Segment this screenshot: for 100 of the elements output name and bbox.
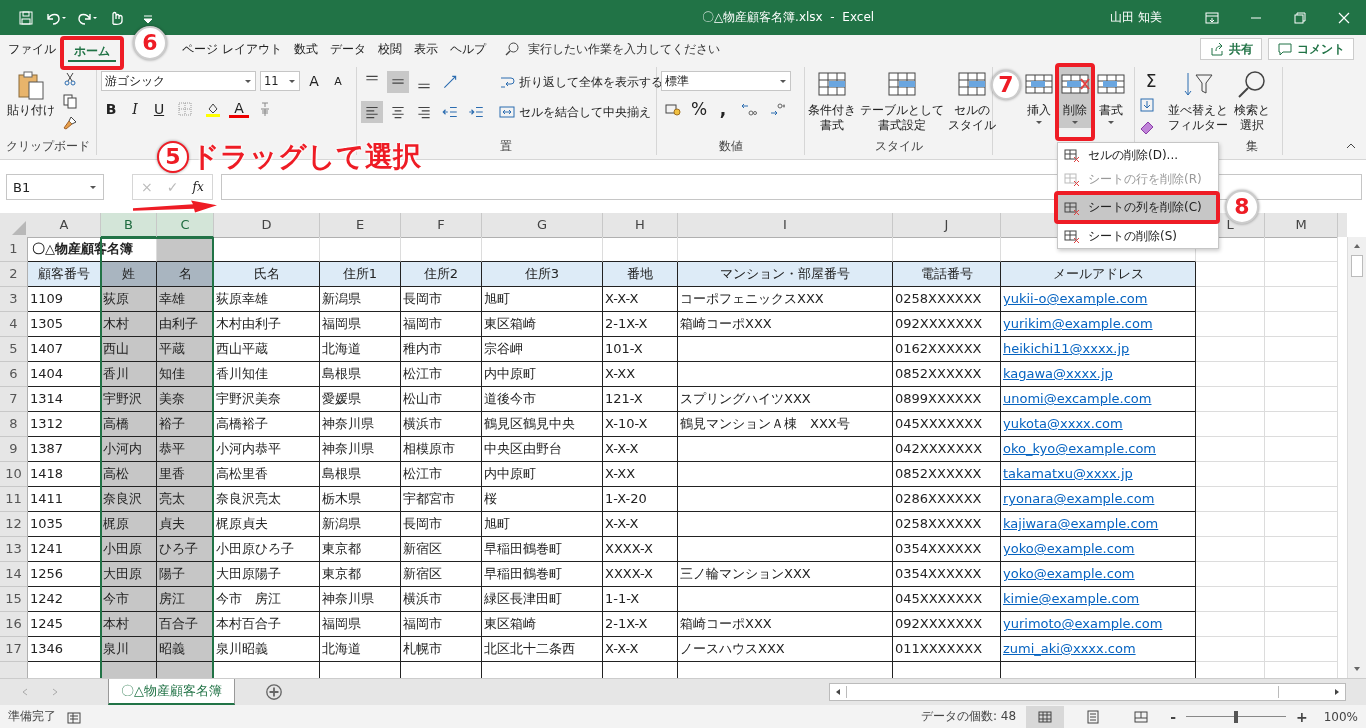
email-link[interactable]: unomi@excample.com <box>1003 391 1152 406</box>
email-link[interactable]: kagawa@xxxx.jp <box>1003 366 1113 381</box>
collapse-ribbon-icon[interactable] <box>1346 141 1356 151</box>
email-link[interactable]: yurimoto@example.com <box>1003 616 1163 631</box>
sheet-tab[interactable]: 〇△物産顧客名簿 <box>108 679 235 705</box>
menu-item[interactable]: セルの削除(D)... <box>1058 143 1218 167</box>
email-link[interactable]: yurikim@example.com <box>1003 316 1153 331</box>
ribbon-tab[interactable]: ヘルプ <box>443 39 492 59</box>
eraser-icon[interactable] <box>1139 119 1155 135</box>
grow-font-button[interactable]: A <box>304 71 324 91</box>
column-header[interactable]: B <box>101 213 157 238</box>
email-link[interactable]: yoko@example.com <box>1003 541 1135 556</box>
sort-filter-button[interactable]: 並べ替えと フィルター <box>1167 67 1229 135</box>
email-link[interactable]: oko_kyo@example.com <box>1003 441 1157 456</box>
row-header[interactable]: 17 <box>0 637 28 662</box>
zoom-in-button[interactable]: + <box>1295 708 1308 725</box>
email-link[interactable]: kimie@example.com <box>1003 591 1140 606</box>
ribbon-display-icon[interactable] <box>1204 9 1220 26</box>
zoom-percent[interactable]: 100% <box>1323 709 1358 724</box>
column-header[interactable]: J <box>893 213 1001 238</box>
row-header[interactable]: 10 <box>0 462 28 487</box>
row-header[interactable]: 16 <box>0 612 28 637</box>
share-button[interactable]: 共有 <box>1200 38 1262 60</box>
scroll-thumb[interactable] <box>846 686 1279 698</box>
font-size-field[interactable]: 11 <box>260 71 300 91</box>
email-link[interactable]: yoko@example.com <box>1003 566 1135 581</box>
column-header[interactable]: M <box>1265 213 1338 238</box>
column-header[interactable]: C <box>157 213 214 238</box>
accounting-icon[interactable] <box>665 101 681 117</box>
cells-button[interactable]: 削除 <box>1059 67 1091 128</box>
ribbon-tab[interactable]: 校閲 <box>371 39 408 59</box>
wrap-text-button[interactable]: 折り返して全体を表示する <box>499 71 663 93</box>
user-name[interactable]: 山田 知美 <box>1110 9 1162 26</box>
row-header[interactable]: 15 <box>0 587 28 612</box>
restore-icon[interactable] <box>1292 9 1308 26</box>
column-header[interactable]: E <box>320 213 401 238</box>
row-header[interactable]: 3 <box>0 287 28 312</box>
italic-button[interactable]: I <box>125 99 145 119</box>
cut-icon[interactable] <box>62 71 78 87</box>
row-header[interactable]: 12 <box>0 512 28 537</box>
scroll-thumb[interactable] <box>1351 255 1363 277</box>
row-header[interactable]: 1 <box>0 237 28 262</box>
copy-icon[interactable] <box>62 93 78 109</box>
column-header[interactable]: I <box>678 213 893 238</box>
percent-button[interactable]: % <box>689 99 709 119</box>
style-button[interactable]: 条件付き 書式 <box>807 67 857 135</box>
email-link[interactable]: yukota@xxxx.com <box>1003 416 1123 431</box>
increase-decimal-icon[interactable] <box>741 101 757 117</box>
email-link[interactable]: takamatxu@xxxx.jp <box>1003 466 1133 481</box>
cells-button[interactable]: 書式 <box>1095 67 1127 128</box>
column-header[interactable]: D <box>214 213 320 238</box>
email-link[interactable]: ryonara@example.com <box>1003 491 1155 506</box>
ribbon-tab[interactable]: 数式 <box>287 39 324 59</box>
brush-icon[interactable] <box>62 115 78 131</box>
font-name-field[interactable]: 游ゴシック <box>101 71 256 91</box>
column-header[interactable]: G <box>482 213 603 238</box>
fill-down-icon[interactable] <box>1139 97 1155 113</box>
number-format-field[interactable]: 標準 <box>661 71 791 91</box>
ribbon-tab[interactable]: ホーム <box>68 41 116 62</box>
add-sheet-icon[interactable] <box>265 683 283 701</box>
row-header[interactable]: 11 <box>0 487 28 512</box>
column-header[interactable]: H <box>603 213 678 238</box>
name-box[interactable]: B1 <box>6 174 104 200</box>
email-link[interactable]: zumi_aki@xxxx.com <box>1003 641 1136 656</box>
ribbon-tab[interactable]: 表示 <box>407 39 444 59</box>
row-header[interactable]: 2 <box>0 262 28 287</box>
decrease-decimal-icon[interactable] <box>769 101 785 117</box>
align-middle-icon[interactable] <box>387 71 409 93</box>
vertical-scrollbar[interactable] <box>1347 237 1366 678</box>
comment-button[interactable]: コメント <box>1268 38 1354 60</box>
horizontal-scrollbar[interactable] <box>829 683 1346 701</box>
insert-function-button[interactable]: fx <box>192 180 204 194</box>
row-header[interactable]: 7 <box>0 387 28 412</box>
bold-button[interactable]: B <box>101 99 121 119</box>
column-header[interactable]: F <box>401 213 482 238</box>
save-icon[interactable] <box>18 9 34 26</box>
row-header[interactable]: 8 <box>0 412 28 437</box>
ribbon-tab[interactable]: ファイル <box>2 39 62 59</box>
autosum-button[interactable]: Σ <box>1139 71 1163 91</box>
align-left-icon[interactable] <box>361 101 383 123</box>
row-header[interactable]: 14 <box>0 562 28 587</box>
paste-button[interactable]: 貼り付け <box>4 67 58 120</box>
merge-center-button[interactable]: セルを結合して中央揃え <box>499 101 663 123</box>
font-color-button[interactable]: A <box>229 100 249 118</box>
row-header[interactable]: 6 <box>0 362 28 387</box>
tell-me-field[interactable]: 実行したい作業を入力してください <box>525 41 930 57</box>
row-header[interactable]: 4 <box>0 312 28 337</box>
style-button[interactable]: テーブルとして 書式設定 <box>859 67 945 135</box>
email-link[interactable]: heikichi11@xxxx.jp <box>1003 341 1130 356</box>
cells-button[interactable]: 挿入 <box>1023 67 1055 128</box>
comma-button[interactable]: , <box>713 99 733 119</box>
shrink-font-button[interactable]: A <box>328 71 348 91</box>
underline-button[interactable]: U <box>149 99 169 119</box>
menu-item[interactable]: シートの列を削除(C) <box>1058 195 1218 220</box>
email-link[interactable]: yukii-o@example.com <box>1003 291 1148 306</box>
email-link[interactable]: kajiwara@example.com <box>1003 516 1159 531</box>
ribbon-tab[interactable]: データ <box>323 39 372 59</box>
row-header[interactable]: 5 <box>0 337 28 362</box>
ribbon-tab[interactable]: ページ レイアウト <box>176 39 288 59</box>
row-header[interactable]: 13 <box>0 537 28 562</box>
